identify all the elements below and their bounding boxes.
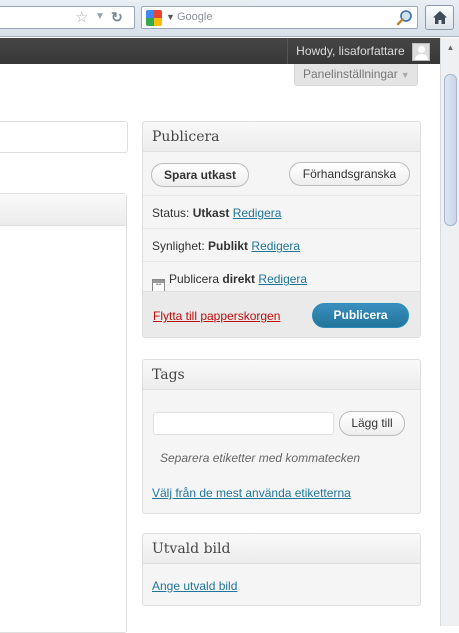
move-to-trash-link[interactable]: Flytta till papperskorgen: [153, 309, 280, 323]
choose-common-tags-link[interactable]: Välj från de mest använda etiketterna: [152, 486, 351, 500]
post-editor[interactable]: [0, 193, 127, 633]
status-row: Status: Utkast Redigera: [143, 195, 420, 228]
schedule-edit-link[interactable]: Redigera: [258, 272, 307, 286]
address-bar[interactable]: ☆ ▼ ↻: [0, 6, 135, 29]
admin-bar: Howdy, lisaforfattare: [0, 38, 440, 64]
post-title-input[interactable]: [0, 121, 128, 153]
visibility-value: Publikt: [208, 239, 249, 253]
page-scrollbar[interactable]: ▲: [440, 38, 459, 626]
publish-actions: Flytta till papperskorgen Publicera: [143, 291, 420, 337]
search-icon[interactable]: [396, 9, 413, 26]
screen-options-label: Panelinställningar: [303, 67, 398, 81]
tag-input[interactable]: [153, 412, 334, 435]
greeting-text: Howdy, lisaforfattare: [296, 44, 405, 58]
reload-icon[interactable]: ↻: [111, 9, 123, 26]
visibility-label: Synlighet:: [152, 239, 205, 253]
schedule-value: direkt: [222, 272, 256, 286]
search-placeholder: Google: [177, 11, 213, 23]
search-engine-dropdown-icon[interactable]: ▼: [166, 12, 175, 22]
featured-image-box-title[interactable]: Utvald bild: [143, 534, 420, 564]
chevron-down-icon: ▼: [400, 70, 410, 80]
schedule-label: Publicera: [169, 272, 220, 286]
visibility-row: Synlighet: Publikt Redigera: [143, 228, 420, 261]
editor-toolbar: [0, 194, 126, 226]
user-menu[interactable]: Howdy, lisaforfattare: [287, 38, 430, 64]
scrollbar-thumb[interactable]: [444, 74, 457, 226]
featured-image-box: Utvald bild Ange utvald bild: [142, 533, 421, 606]
tags-box-title[interactable]: Tags: [143, 360, 420, 390]
schedule-row: 11 Publicera direkt Redigera: [143, 261, 420, 294]
save-draft-button[interactable]: Spara utkast: [151, 163, 249, 187]
status-edit-link[interactable]: Redigera: [233, 206, 282, 220]
star-icon[interactable]: ☆: [75, 9, 88, 26]
home-button[interactable]: [425, 5, 454, 30]
status-value: Utkast: [192, 206, 230, 220]
set-featured-image-link[interactable]: Ange utvald bild: [152, 579, 237, 593]
google-icon[interactable]: [146, 10, 162, 26]
publish-box-title[interactable]: Publicera: [143, 122, 420, 152]
publish-box: Publicera Spara utkast Förhandsgranska S…: [142, 121, 421, 338]
preview-button[interactable]: Förhandsgranska: [289, 162, 410, 186]
screen-options-tab[interactable]: Panelinställningar ▼: [294, 64, 418, 86]
publish-button[interactable]: Publicera: [312, 303, 409, 328]
avatar[interactable]: [412, 42, 430, 61]
home-icon: [433, 11, 447, 24]
browser-toolbar: ☆ ▼ ↻ ▼ Google: [0, 0, 459, 37]
tags-hint: Separera etiketter med kommatecken: [160, 451, 361, 465]
add-tag-button[interactable]: Lägg till: [339, 411, 405, 436]
chevron-down-icon[interactable]: ▼: [95, 11, 105, 22]
status-label: Status:: [152, 206, 190, 220]
tags-box: Tags Lägg till Separera etiketter med ko…: [142, 359, 421, 514]
scroll-up-icon[interactable]: ▲: [444, 41, 457, 54]
search-bar[interactable]: ▼ Google: [141, 6, 418, 29]
visibility-edit-link[interactable]: Redigera: [251, 239, 300, 253]
